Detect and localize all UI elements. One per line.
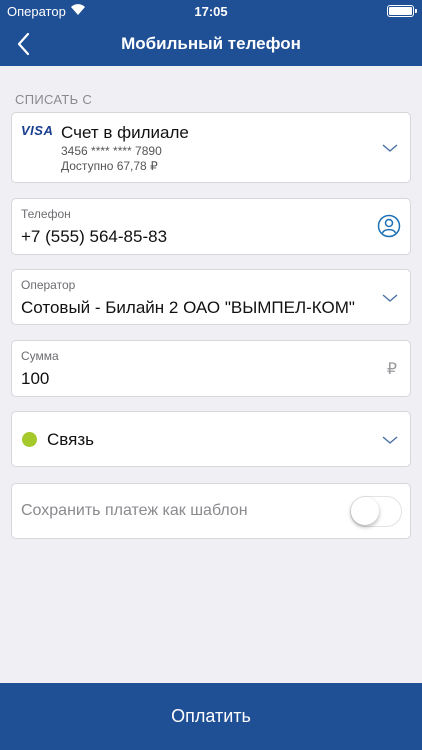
save-template-toggle[interactable] (350, 496, 402, 527)
contact-icon[interactable] (377, 214, 401, 238)
operator-value: Сотовый - Билайн 2 ОАО "ВЫМПЕЛ-КОМ" (21, 298, 355, 317)
page-title: Мобильный телефон (121, 34, 301, 53)
pay-button[interactable]: Оплатить (0, 683, 422, 750)
account-name: Счет в филиале (61, 123, 189, 142)
visa-logo-icon: VISA (21, 123, 54, 138)
operator-selector[interactable]: Оператор Сотовый - Билайн 2 ОАО "ВЫМПЕЛ-… (11, 269, 411, 325)
chevron-down-icon (382, 294, 398, 302)
ruble-icon: ₽ (386, 361, 397, 378)
phone-label: Телефон (21, 207, 71, 221)
category-color-dot (22, 432, 37, 447)
category-selector[interactable]: Связь (11, 411, 411, 467)
account-number: 3456 **** **** 7890 (61, 144, 162, 158)
chevron-down-icon (382, 436, 398, 444)
section-label: СПИСАТЬ С (15, 92, 93, 107)
clock: 17:05 (194, 4, 228, 19)
battery-icon (387, 5, 417, 17)
nav-bar: Оператор 17:05 Мобильный телефон (0, 0, 422, 66)
save-template-row: Сохранить платеж как шаблон (11, 483, 411, 539)
phone-field[interactable]: Телефон +7 (555) 564-85-83 (11, 198, 411, 255)
toggle-knob (351, 497, 379, 525)
account-balance: Доступно 67,78 ₽ (61, 159, 158, 173)
account-selector[interactable]: VISA Счет в филиале 3456 **** **** 7890 … (11, 112, 411, 183)
operator-label: Оператор (21, 278, 76, 292)
save-template-label: Сохранить платеж как шаблон (21, 502, 248, 519)
amount-value[interactable]: 100 (21, 369, 49, 389)
amount-field[interactable]: Сумма 100 ₽ (11, 340, 411, 397)
phone-value[interactable]: +7 (555) 564-85-83 (21, 227, 167, 247)
amount-label: Сумма (21, 349, 59, 363)
chevron-down-icon (382, 144, 398, 152)
category-label: Связь (47, 430, 94, 449)
status-bar: Оператор 17:05 (0, 0, 422, 22)
